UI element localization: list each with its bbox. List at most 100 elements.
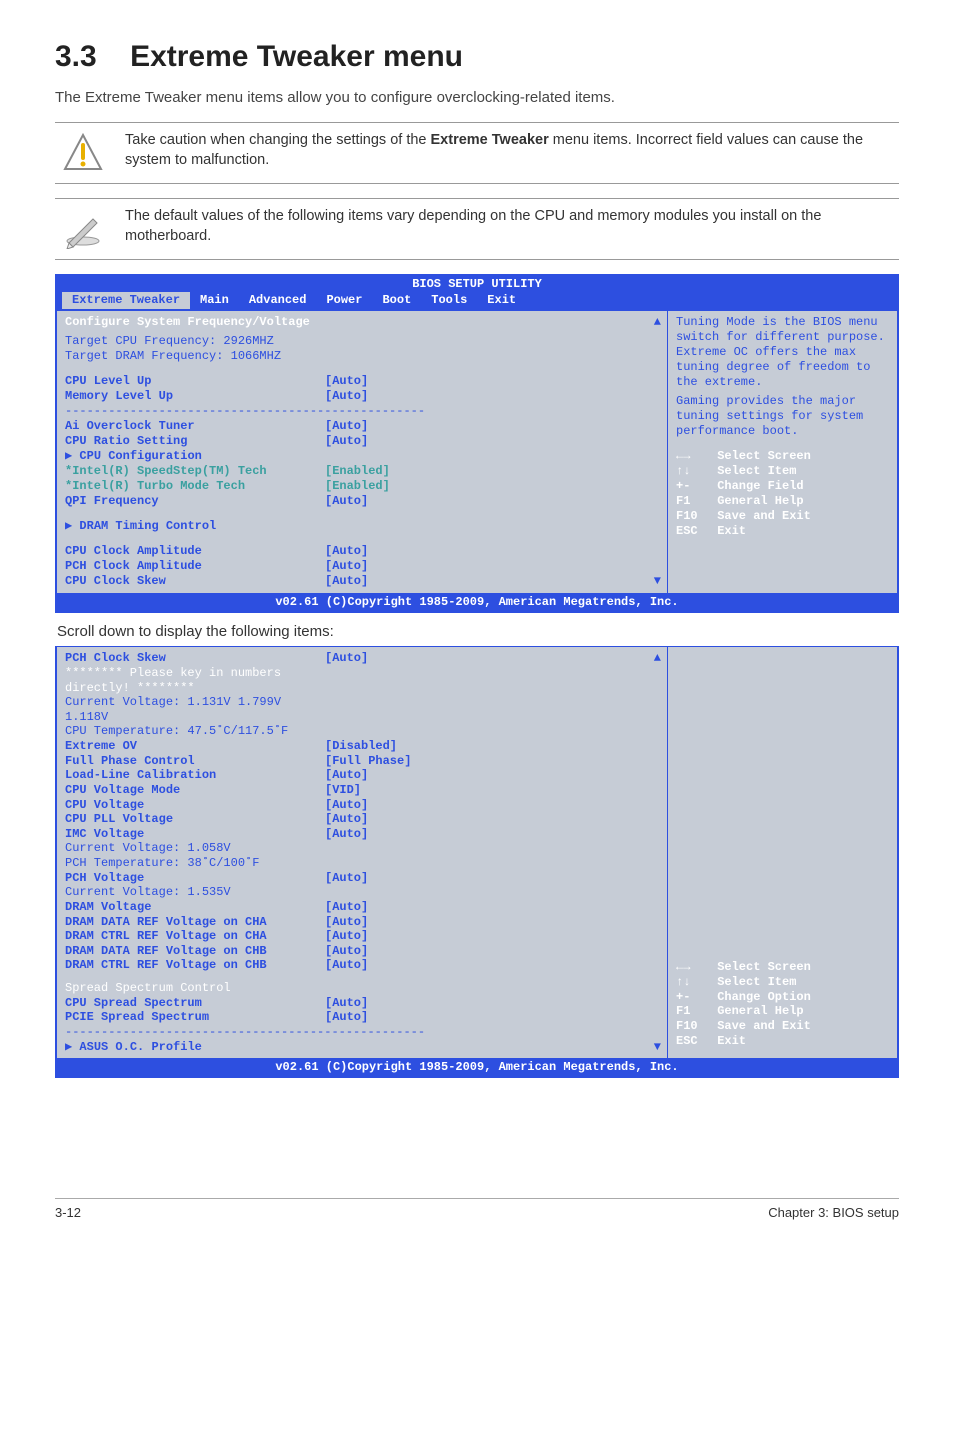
bios-row[interactable]: ▶ CPU Configuration (65, 449, 663, 464)
help-key-desc: Exit (710, 1034, 746, 1048)
bios-row[interactable]: Ai Overclock Tuner[Auto] (65, 419, 663, 434)
bios-footer: v02.61 (C)Copyright 1985-2009, American … (56, 593, 898, 612)
tab-power[interactable]: Power (316, 292, 372, 309)
pencil-icon (55, 207, 111, 249)
bios-row-value: [Auto] (325, 574, 368, 589)
bios-row[interactable]: Memory Level Up[Auto] (65, 389, 663, 404)
bios-row-value: [Disabled] (325, 739, 397, 754)
bios-row[interactable]: CPU Voltage[Auto] (65, 798, 663, 813)
bios-row-label: CPU Clock Amplitude (65, 544, 325, 559)
bios-row-label: PCH Clock Skew (65, 651, 325, 666)
tab-exit[interactable]: Exit (477, 292, 526, 309)
target-dram: Target DRAM Frequency: 1066MHZ (65, 349, 663, 364)
bios-row[interactable]: Extreme OV[Disabled] (65, 739, 663, 754)
bios-row[interactable]: DRAM CTRL REF Voltage on CHA[Auto] (65, 929, 663, 944)
divider: ----------------------------------------… (65, 1025, 663, 1040)
bios-row-value: [Auto] (325, 915, 368, 930)
bios-row-label: IMC Voltage (65, 827, 325, 842)
help-key-desc: Select Screen (710, 449, 811, 463)
help-key-row: F10 Save and Exit (676, 509, 889, 524)
bios-row-label: Load-Line Calibration (65, 768, 325, 783)
help-key-desc: General Help (710, 494, 804, 508)
bios-row-label: QPI Frequency (65, 494, 325, 509)
tab-main[interactable]: Main (190, 292, 239, 309)
bios-row[interactable]: DRAM DATA REF Voltage on CHA[Auto] (65, 915, 663, 930)
tab-extreme-tweaker[interactable]: Extreme Tweaker (62, 292, 190, 309)
bios-row-label: CPU Voltage (65, 798, 325, 813)
bios-row: Current Voltage: 1.058V (65, 841, 663, 856)
bios-row[interactable]: PCH Voltage[Auto] (65, 871, 663, 886)
bios-row[interactable]: CPU Clock Skew[Auto] (65, 574, 663, 589)
bios-row[interactable]: CPU Clock Amplitude[Auto] (65, 544, 663, 559)
bios-row[interactable]: CPU PLL Voltage[Auto] (65, 812, 663, 827)
help-key: +- (676, 990, 710, 1005)
bios-row: PCH Temperature: 38˚C/100˚F (65, 856, 663, 871)
scroll-up-icon[interactable]: ▲ (654, 315, 661, 330)
bios-row[interactable]: DRAM CTRL REF Voltage on CHB[Auto] (65, 958, 663, 973)
scroll-down-icon[interactable]: ▼ (654, 1040, 661, 1055)
bios-row-value: [Auto] (325, 419, 368, 434)
section-number: 3.3 (55, 40, 97, 73)
tab-tools[interactable]: Tools (421, 292, 477, 309)
bios-row-label: ▶ DRAM Timing Control (65, 519, 325, 534)
bios-row-label: CPU Temperature: 47.5˚C/117.5˚F (65, 724, 325, 739)
bios-tabs: Extreme Tweaker Main Advanced Power Boot… (56, 292, 898, 311)
bios-row-value: [Auto] (325, 996, 368, 1011)
bios-row-label: ******** Please key in numbers directly!… (65, 666, 325, 695)
help-key: +- (676, 479, 710, 494)
bios-row-value: [Auto] (325, 559, 368, 574)
tab-boot[interactable]: Boot (372, 292, 421, 309)
bios-row-label: Extreme OV (65, 739, 325, 754)
help-keys: ←→ Select Screen↑↓ Select Item+- Change … (676, 960, 889, 1048)
help-key-row: ←→ Select Screen (676, 960, 889, 975)
bios-row[interactable]: ▶ DRAM Timing Control (65, 519, 663, 534)
bios-row[interactable]: PCH Clock Amplitude[Auto] (65, 559, 663, 574)
help-key-row: ↑↓ Select Item (676, 975, 889, 990)
bios-row[interactable]: PCIE Spread Spectrum[Auto] (65, 1010, 663, 1025)
section-name: Extreme Tweaker menu (130, 40, 463, 73)
bios-row-label: DRAM CTRL REF Voltage on CHB (65, 958, 325, 973)
bios-row-value: [Auto] (325, 944, 368, 959)
bios-row-label: Current Voltage: 1.058V (65, 841, 325, 856)
bios-row[interactable]: ▶ ASUS O.C. Profile (65, 1040, 663, 1055)
bios-row-label: *Intel(R) SpeedStep(TM) Tech (65, 464, 325, 479)
bios-row[interactable]: Full Phase Control[Full Phase] (65, 754, 663, 769)
scroll-down-icon[interactable]: ▼ (654, 574, 661, 589)
bios-row-label: CPU Clock Skew (65, 574, 325, 589)
help-key: ←→ (676, 960, 710, 975)
bios-row[interactable]: Load-Line Calibration[Auto] (65, 768, 663, 783)
bios-row[interactable]: PCH Clock Skew[Auto] (65, 651, 663, 666)
help-key-desc: Select Item (710, 464, 796, 478)
tab-advanced[interactable]: Advanced (239, 292, 317, 309)
bios-row-label: PCH Voltage (65, 871, 325, 886)
bios-row-value: [Enabled] (325, 479, 390, 494)
bios-row-label: ▶ ASUS O.C. Profile (65, 1040, 325, 1055)
help-key: ←→ (676, 449, 710, 464)
target-cpu-text: Target CPU Frequency: 2926MHZ (65, 334, 274, 349)
bios-row-label: CPU Ratio Setting (65, 434, 325, 449)
bios-row[interactable]: CPU Level Up[Auto] (65, 374, 663, 389)
bios-row[interactable]: DRAM Voltage [Auto] (65, 900, 663, 915)
bios-row[interactable]: IMC Voltage[Auto] (65, 827, 663, 842)
bios-row: ******** Please key in numbers directly!… (65, 666, 663, 695)
bios-row-label: DRAM DATA REF Voltage on CHA (65, 915, 325, 930)
bios-row[interactable]: DRAM DATA REF Voltage on CHB[Auto] (65, 944, 663, 959)
bios-row-value: [Enabled] (325, 464, 390, 479)
bios-row[interactable]: CPU Ratio Setting[Auto] (65, 434, 663, 449)
bios-row[interactable]: CPU Voltage Mode[VID] (65, 783, 663, 798)
bios-heading: Configure System Frequency/Voltage (65, 315, 663, 330)
bios-row-value: [Auto] (325, 958, 368, 973)
bios-row-label: Spread Spectrum Control (65, 981, 325, 996)
bios-row-value: [Auto] (325, 798, 368, 813)
bios-row-value: [Auto] (325, 929, 368, 944)
scroll-up-icon[interactable]: ▲ (654, 651, 661, 666)
bios-row: Spread Spectrum Control (65, 981, 663, 996)
help-key-row: +- Change Option (676, 990, 889, 1005)
bios-row-value: [Auto] (325, 389, 368, 404)
help-key: F1 (676, 1004, 710, 1019)
target-dram-text: Target DRAM Frequency: 1066MHZ (65, 349, 281, 364)
bios-row[interactable]: QPI Frequency[Auto] (65, 494, 663, 509)
bios-row-value: [Auto] (325, 1010, 368, 1025)
bios-row[interactable]: CPU Spread Spectrum[Auto] (65, 996, 663, 1011)
bios-row-value: [Full Phase] (325, 754, 411, 769)
